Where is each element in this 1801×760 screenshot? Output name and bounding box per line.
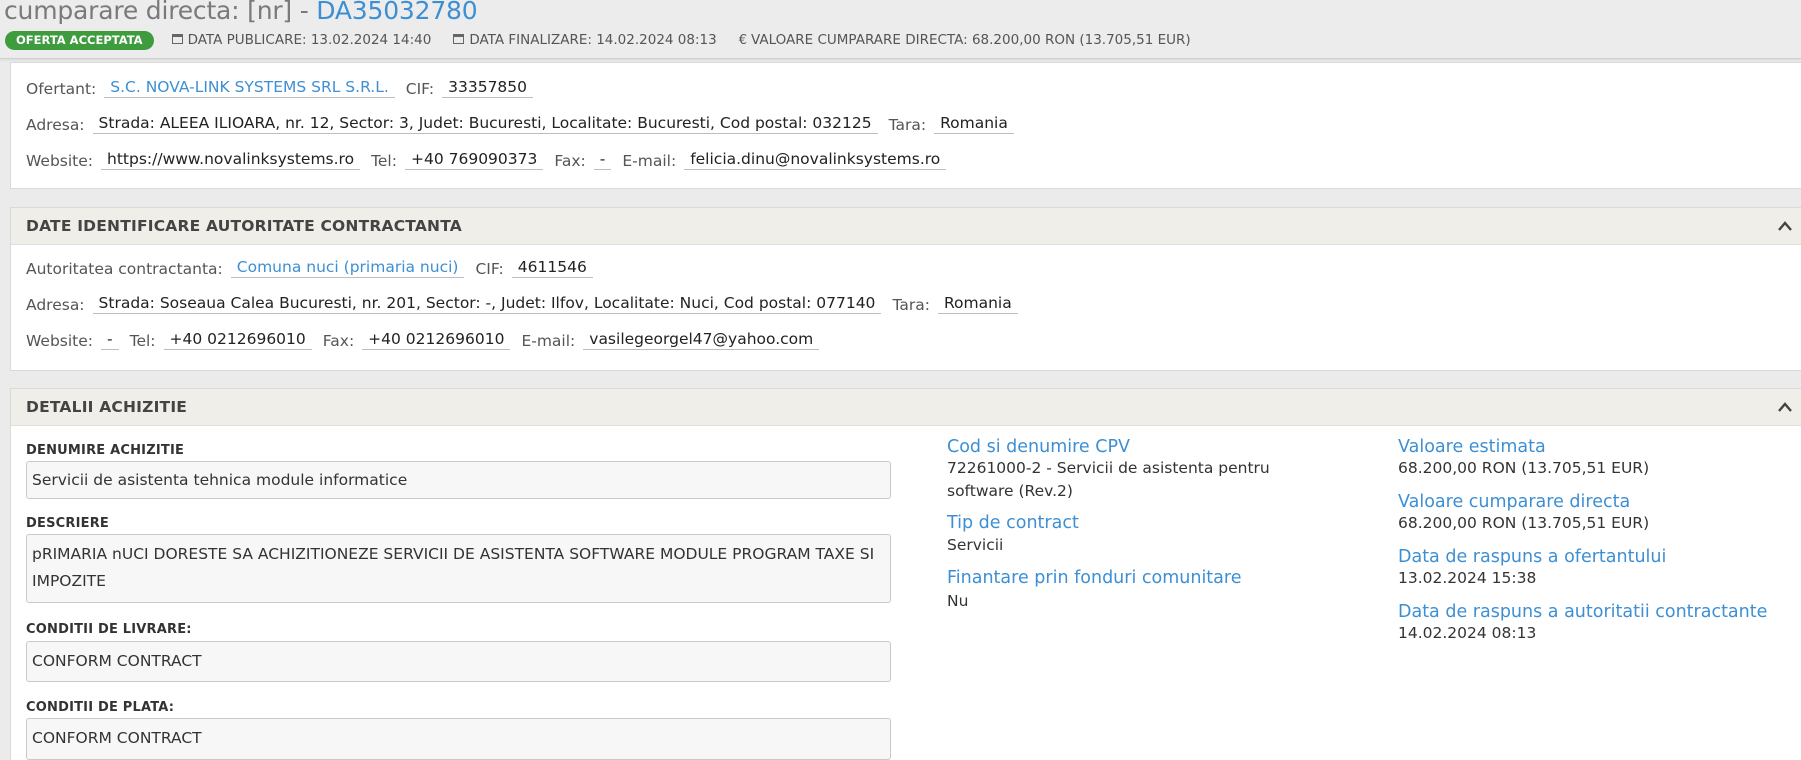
meta-row: OFERTA ACCEPTATA DATA PUBLICARE: 13.02.2… <box>5 30 1213 50</box>
calendar-icon <box>171 34 183 44</box>
eu-funds-value: Nu <box>947 592 969 610</box>
bidder-cif: 33357850 <box>442 78 534 98</box>
purchase-name-label: DENUMIRE ACHIZITIE <box>26 443 185 458</box>
authority-fax-label: Fax: <box>322 332 355 350</box>
bidder-country: Romania <box>934 114 1014 134</box>
calendar-icon <box>453 34 465 44</box>
bidder-contact-row: Website: https://www.novalinksystems.ro … <box>26 150 957 170</box>
bidder-panel: Ofertant: S.C. NOVA-LINK SYSTEMS SRL S.R… <box>10 62 1801 189</box>
authority-section-title: DATE IDENTIFICARE AUTORITATE CONTRACTANT… <box>26 217 462 235</box>
authority-name-link[interactable]: Comuna nuci (primaria nuci) <box>230 258 465 278</box>
bidder-response-title: Data de raspuns a ofertantului <box>1398 547 1667 567</box>
authority-contact-row: Website: - Tel: +40 0212696010 Fax: +40 … <box>26 330 830 350</box>
finalization-date-text: DATA FINALIZARE: 14.02.2024 08:13 <box>469 32 717 48</box>
estimated-value: 68.200,00 RON (13.705,51 EUR) <box>1398 459 1650 477</box>
bidder-row: Ofertant: S.C. NOVA-LINK SYSTEMS SRL S.R… <box>26 78 544 98</box>
bidder-address-row: Adresa: Strada: ALEEA ILIOARA, nr. 12, S… <box>26 114 1025 134</box>
procedure-code-link[interactable]: DA35032780 <box>316 0 477 25</box>
details-panel-header[interactable]: DETALII ACHIZITIE <box>11 389 1801 426</box>
details-panel: DETALII ACHIZITIE DENUMIRE ACHIZITIE Ser… <box>10 388 1801 760</box>
bidder-website: https://www.novalinksystems.ro <box>101 150 361 170</box>
authority-panel: DATE IDENTIFICARE AUTORITATE CONTRACTANT… <box>10 207 1801 371</box>
euro-icon: € <box>738 32 747 48</box>
authority-row: Autoritatea contractanta: Comuna nuci (p… <box>26 258 604 278</box>
authority-website: - <box>101 330 119 350</box>
authority-label: Autoritatea contractanta: <box>26 260 223 278</box>
authority-address: Strada: Soseaua Calea Bucuresti, nr. 201… <box>92 294 882 314</box>
bidder-tel-label: Tel: <box>371 152 397 170</box>
page-title: cumparare directa: [nr] - DA35032780 <box>4 0 478 25</box>
contract-type-value: Servicii <box>947 536 1004 554</box>
authority-website-label: Website: <box>26 332 94 350</box>
authority-cif: 4611546 <box>511 258 593 278</box>
details-section-title: DETALII ACHIZITIE <box>26 398 188 416</box>
bidder-response-value: 13.02.2024 15:38 <box>1398 569 1537 587</box>
bidder-fax-label: Fax: <box>554 152 586 170</box>
eu-funds-title: Finantare prin fonduri comunitare <box>947 568 1242 588</box>
cpv-title: Cod si denumire CPV <box>947 437 1130 457</box>
contract-type-title: Tip de contract <box>947 513 1079 533</box>
bidder-label: Ofertant: <box>26 80 97 98</box>
authority-tel: +40 0212696010 <box>163 330 312 350</box>
payment-conditions-field: CONFORM CONTRACT <box>26 718 891 760</box>
payment-conditions-label: CONDITII DE PLATA: <box>26 700 175 715</box>
bidder-country-label: Tara: <box>888 116 927 134</box>
status-badge: OFERTA ACCEPTATA <box>5 30 154 50</box>
bidder-address-label: Adresa: <box>26 116 85 134</box>
bidder-fax: - <box>593 150 612 170</box>
authority-email: vasilegeorgel47@yahoo.com <box>583 330 820 350</box>
authority-country: Romania <box>937 294 1018 314</box>
authority-email-label: E-mail: <box>521 332 576 350</box>
bidder-email-label: E-mail: <box>622 152 677 170</box>
title-prefix: cumparare directa: [nr] - <box>4 0 317 25</box>
bidder-address: Strada: ALEEA ILIOARA, nr. 12, Sector: 3… <box>92 114 878 134</box>
bidder-cif-label: CIF: <box>405 80 435 98</box>
delivery-conditions-field: CONFORM CONTRACT <box>26 641 891 682</box>
bidder-tel: +40 769090373 <box>404 150 544 170</box>
authority-cif-label: CIF: <box>475 260 504 278</box>
authority-panel-header[interactable]: DATE IDENTIFICARE AUTORITATE CONTRACTANT… <box>11 208 1801 245</box>
purchase-name-field: Servicii de asistenta tehnica module inf… <box>26 461 891 499</box>
cpv-value: 72261000-2 - Servicii de asistenta pentr… <box>947 459 1270 500</box>
authority-fax: +40 0212696010 <box>362 330 511 350</box>
bidder-name-link[interactable]: S.C. NOVA-LINK SYSTEMS SRL S.R.L. <box>104 78 395 98</box>
direct-purchase-value-text: VALOARE CUMPARARE DIRECTA: 68.200,00 RON… <box>751 32 1191 48</box>
direct-purchase-value: € VALOARE CUMPARARE DIRECTA: 68.200,00 R… <box>739 32 1191 48</box>
finalization-date: DATA FINALIZARE: 14.02.2024 08:13 <box>453 32 717 48</box>
delivery-conditions-label: CONDITII DE LIVRARE: <box>26 622 192 637</box>
authority-tel-label: Tel: <box>129 332 156 350</box>
chevron-up-icon[interactable] <box>1777 219 1793 233</box>
authority-country-label: Tara: <box>892 296 930 314</box>
description-field: pRIMARIA nUCI DORESTE SA ACHIZITIONEZE S… <box>26 534 891 603</box>
publication-date-text: DATA PUBLICARE: 13.02.2024 14:40 <box>187 32 432 48</box>
chevron-up-icon[interactable] <box>1777 400 1793 414</box>
publication-date: DATA PUBLICARE: 13.02.2024 14:40 <box>171 32 432 48</box>
authority-address-row: Adresa: Strada: Soseaua Calea Bucuresti,… <box>26 294 1029 314</box>
description-label: DESCRIERE <box>26 516 109 531</box>
authority-address-label: Adresa: <box>26 296 85 314</box>
direct-value-title: Valoare cumparare directa <box>1398 492 1631 512</box>
estimated-value-title: Valoare estimata <box>1398 437 1546 457</box>
bidder-email: felicia.dinu@novalinksystems.ro <box>684 150 947 170</box>
page-header: cumparare directa: [nr] - DA35032780 OFE… <box>0 0 1801 59</box>
authority-response-value: 14.02.2024 08:13 <box>1398 624 1537 642</box>
bidder-website-label: Website: <box>26 152 94 170</box>
direct-value: 68.200,00 RON (13.705,51 EUR) <box>1398 514 1650 532</box>
authority-response-title: Data de raspuns a autoritatii contractan… <box>1398 602 1768 622</box>
